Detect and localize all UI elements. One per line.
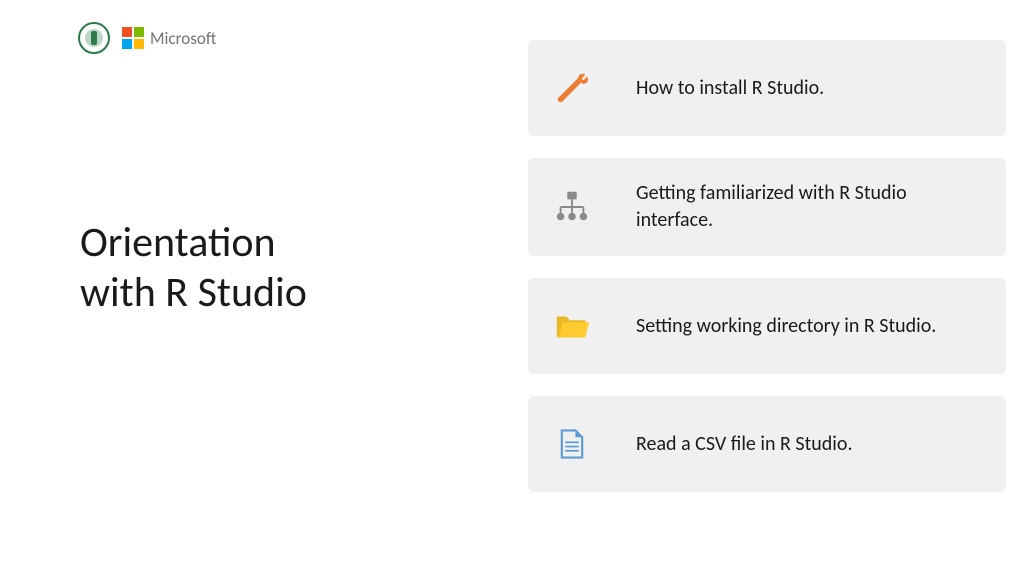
microsoft-text: Microsoft: [150, 28, 216, 49]
microsoft-squares-icon: [122, 27, 144, 49]
file-icon: [552, 424, 592, 464]
card-directory: Setting working directory in R Studio.: [528, 278, 1006, 374]
card-interface: Getting familiarized with R Studio inter…: [528, 158, 1006, 256]
card-text: Read a CSV file in R Studio.: [636, 431, 853, 458]
tools-icon: [552, 68, 592, 108]
folder-icon: [552, 306, 592, 346]
title-line-1: Orientation: [80, 218, 307, 268]
card-install: How to install R Studio.: [528, 40, 1006, 136]
institution-logo-icon: [78, 22, 110, 54]
card-text: Setting working directory in R Studio.: [636, 313, 936, 340]
title-line-2: with R Studio: [80, 268, 307, 318]
microsoft-logo: Microsoft: [122, 27, 216, 49]
logo-area: Microsoft: [78, 22, 216, 54]
hierarchy-icon: [552, 187, 592, 227]
cards-container: How to install R Studio. Getting familia…: [528, 40, 1006, 492]
card-text: Getting familiarized with R Studio inter…: [636, 180, 982, 234]
card-text: How to install R Studio.: [636, 75, 824, 102]
page-title: Orientation with R Studio: [80, 218, 307, 319]
card-csv: Read a CSV file in R Studio.: [528, 396, 1006, 492]
